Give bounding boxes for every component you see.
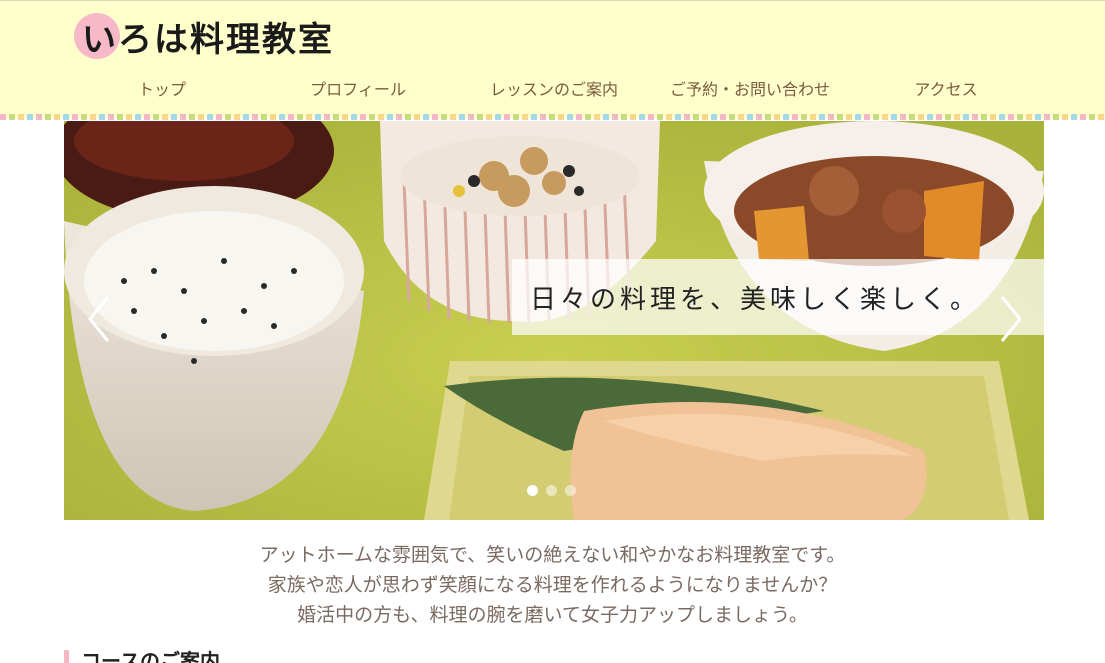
nav-item-top[interactable]: トップ — [64, 75, 260, 105]
slider-indicator-1[interactable] — [527, 485, 538, 496]
main-nav: トップ プロフィール レッスンのご案内 ご予約・お問い合わせ アクセス — [64, 75, 1044, 105]
header-dotted-border — [0, 114, 1105, 120]
nav-item-reservation[interactable]: ご予約・お問い合わせ — [652, 75, 848, 105]
nav-item-profile[interactable]: プロフィール — [260, 75, 456, 105]
site-header: いろは料理教室 トップ プロフィール レッスンのご案内 ご予約・お問い合わせ ア… — [0, 0, 1105, 118]
slider-indicators — [527, 485, 576, 496]
intro-line-1: アットホームな雰囲気で、笑いの絶えない和やかなお料理教室です。 — [259, 544, 846, 566]
chevron-right-icon — [1000, 296, 1022, 342]
hero-slider: 日々の料理を、美味しく楽しく。 — [64, 121, 1044, 520]
slider-prev-button[interactable] — [86, 293, 112, 345]
logo-text: いろは料理教室 — [82, 19, 334, 60]
slider-next-button[interactable] — [998, 293, 1024, 345]
section-title-courses: コースのご案内 — [64, 650, 220, 663]
hero-caption: 日々の料理を、美味しく楽しく。 — [512, 259, 1044, 335]
nav-item-lessons[interactable]: レッスンのご案内 — [456, 75, 652, 105]
nav-item-access[interactable]: アクセス — [848, 75, 1044, 105]
slider-indicator-3[interactable] — [565, 485, 576, 496]
intro-text: アットホームな雰囲気で、笑いの絶えない和やかなお料理教室です。 家族や恋人が思わ… — [0, 540, 1105, 630]
site-logo[interactable]: いろは料理教室 — [74, 11, 334, 61]
intro-line-3: 婚活中の方も、料理の腕を磨いて女子力アップしましょう。 — [297, 604, 808, 626]
chevron-left-icon — [88, 296, 110, 342]
slider-indicator-2[interactable] — [546, 485, 557, 496]
intro-line-2: 家族や恋人が思わず笑顔になる料理を作れるようになりませんか？ — [267, 574, 838, 596]
